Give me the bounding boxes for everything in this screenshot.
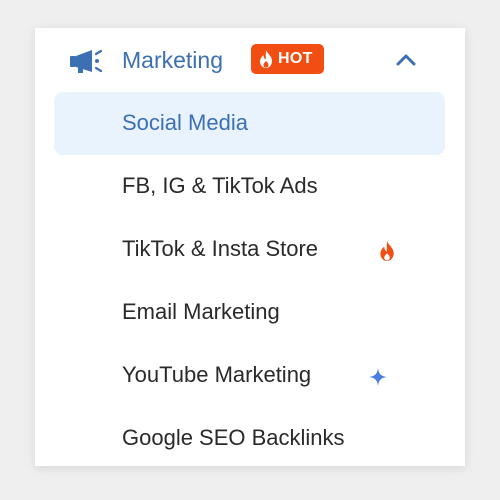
fire-icon xyxy=(260,50,272,68)
menu-item-label: YouTube Marketing xyxy=(122,362,312,387)
menu-item-social-media[interactable]: Social Media xyxy=(54,92,445,155)
menu-item-label: Email Marketing xyxy=(122,299,280,324)
menu-item-fb-ig-tiktok-ads[interactable]: FB, IG & TikTok Ads xyxy=(54,155,445,218)
chevron-up-icon[interactable] xyxy=(395,51,417,69)
menu-item-label: Google SEO Backlinks xyxy=(122,425,345,450)
menu-item-google-seo-backlinks[interactable]: Google SEO Backlinks xyxy=(54,407,445,470)
menu-item-label: TikTok & Insta Store xyxy=(122,236,319,261)
marketing-category-header[interactable]: Marketing HOT xyxy=(35,28,465,92)
menu-item-label: FB, IG & TikTok Ads xyxy=(122,173,318,198)
marketing-menu-panel: Marketing HOT Social Media FB, IG & TikT… xyxy=(35,28,465,466)
marketing-category-label: Marketing xyxy=(122,47,223,73)
hot-badge: HOT xyxy=(251,44,324,74)
megaphone-icon xyxy=(70,49,103,73)
menu-item-youtube-marketing[interactable]: YouTube Marketing xyxy=(54,344,445,407)
menu-item-email-marketing[interactable]: Email Marketing xyxy=(54,281,445,344)
sparkle-icon xyxy=(369,368,387,386)
fire-icon xyxy=(380,241,394,261)
menu-item-tiktok-insta-store[interactable]: TikTok & Insta Store xyxy=(54,218,445,281)
menu-item-label: Social Media xyxy=(122,110,248,135)
hot-badge-label: HOT xyxy=(278,50,313,67)
